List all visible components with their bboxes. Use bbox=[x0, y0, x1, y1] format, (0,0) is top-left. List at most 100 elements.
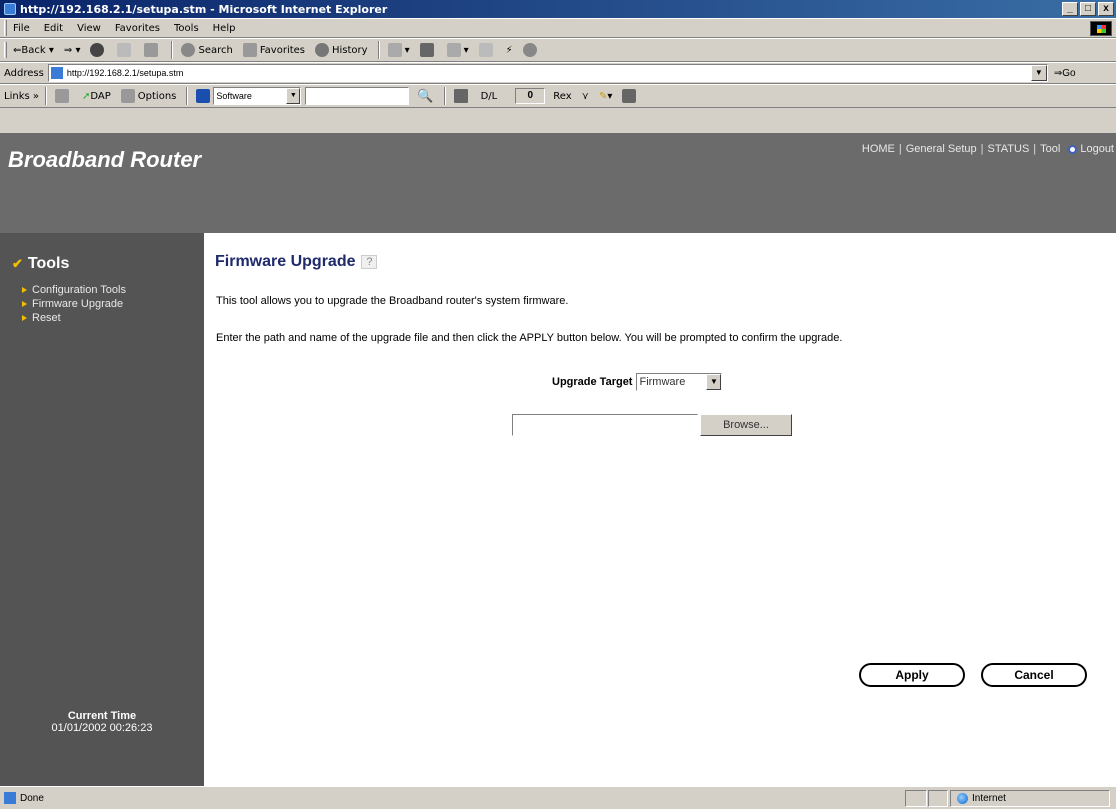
upgrade-target-row: Upgrade Target Firmware ▼ bbox=[552, 373, 723, 391]
sidebar-item-firmware-upgrade[interactable]: Firmware Upgrade bbox=[22, 297, 126, 311]
links-search-input[interactable] bbox=[305, 87, 410, 105]
nav-divider: | bbox=[980, 143, 984, 155]
sidebar-item-label: Firmware Upgrade bbox=[32, 298, 124, 310]
highlight-button[interactable]: ✎ ▾ bbox=[599, 91, 612, 102]
toolbar-divider bbox=[377, 41, 380, 59]
current-time-value: 01/01/2002 00:26:23 bbox=[51, 722, 153, 734]
sidebar-item-label: Reset bbox=[32, 312, 61, 324]
zone-label: Internet bbox=[972, 793, 1006, 804]
address-dropdown-button[interactable]: ▼ bbox=[1030, 65, 1047, 81]
edit-icon bbox=[446, 43, 461, 57]
toolbar-grip[interactable] bbox=[4, 42, 7, 58]
upgrade-target-select[interactable]: Firmware ▼ bbox=[636, 373, 723, 391]
software-icon bbox=[196, 89, 211, 103]
chevron-down-icon: ▾ bbox=[463, 44, 469, 56]
favorites-label: Favorites bbox=[259, 44, 305, 56]
sidebar-item-configuration-tools[interactable]: Configuration Tools bbox=[22, 283, 126, 297]
grid-button[interactable] bbox=[453, 89, 471, 103]
help-icon[interactable]: ? bbox=[361, 255, 378, 269]
sidebar-item-reset[interactable]: Reset bbox=[22, 311, 126, 325]
favorites-button[interactable]: Favorites bbox=[242, 43, 305, 57]
history-button[interactable]: History bbox=[315, 43, 368, 57]
cancel-button[interactable]: Cancel bbox=[981, 663, 1087, 687]
messenger-button[interactable] bbox=[522, 43, 540, 57]
menu-favorites[interactable]: Favorites bbox=[115, 23, 160, 34]
apply-button[interactable]: Apply bbox=[859, 663, 965, 687]
home-button[interactable] bbox=[144, 43, 161, 57]
dl-label: D/L bbox=[480, 90, 498, 102]
bullet-icon bbox=[22, 301, 27, 307]
menu-edit[interactable]: Edit bbox=[44, 23, 63, 34]
discuss-button[interactable] bbox=[478, 43, 496, 57]
web-page: Broadband Router HOME | General Setup | … bbox=[0, 133, 1116, 786]
forward-arrow-icon: ⇒ bbox=[63, 44, 73, 56]
back-button[interactable]: ⇐ Back ▾ bbox=[13, 45, 54, 56]
favorites-icon bbox=[242, 43, 257, 57]
maximize-button[interactable]: □ bbox=[1080, 2, 1096, 16]
nav-logout[interactable]: Logout bbox=[1080, 143, 1114, 155]
file-row: Browse... bbox=[512, 414, 792, 436]
refresh-button[interactable] bbox=[117, 43, 134, 57]
toolbar-grip[interactable] bbox=[4, 20, 7, 36]
rex-label[interactable]: Rex bbox=[553, 91, 571, 102]
chevron-down-icon: ▾ bbox=[45, 44, 54, 56]
sidebar-links: Configuration Tools Firmware Upgrade Res… bbox=[22, 283, 126, 325]
nav-general-setup[interactable]: General Setup bbox=[906, 143, 977, 155]
home-icon bbox=[55, 89, 69, 103]
address-input[interactable]: http://192.168.2.1/setupa.stm ▼ bbox=[47, 64, 1048, 82]
mail-button[interactable]: ▾ bbox=[387, 43, 410, 57]
logout-icon[interactable] bbox=[1068, 144, 1078, 154]
chevron-down-icon: ▾ bbox=[72, 44, 81, 56]
edit-button[interactable]: ▾ bbox=[446, 43, 469, 57]
software-select[interactable]: Software ▼ bbox=[213, 87, 302, 105]
minimize-button[interactable]: _ bbox=[1062, 2, 1078, 16]
browse-button[interactable]: Browse... bbox=[700, 414, 792, 436]
nav-home[interactable]: HOME bbox=[862, 143, 895, 155]
print-icon bbox=[622, 89, 637, 103]
options-icon bbox=[120, 89, 135, 103]
lightning-button[interactable]: ⚡ bbox=[506, 45, 513, 56]
discuss-icon bbox=[478, 43, 493, 57]
menu-help[interactable]: Help bbox=[213, 23, 236, 34]
options-button[interactable]: Options bbox=[120, 89, 177, 103]
dap-button[interactable]: ➚ DAP bbox=[82, 91, 111, 102]
dap-label: DAP bbox=[90, 90, 111, 102]
address-label: Address bbox=[4, 67, 44, 79]
print-button[interactable] bbox=[419, 43, 437, 57]
windows-logo-icon bbox=[1090, 21, 1112, 36]
funnel-icon: ⋎ bbox=[581, 90, 589, 102]
links-label[interactable]: Links » bbox=[4, 91, 39, 102]
history-label: History bbox=[332, 44, 368, 56]
address-bar: Address http://192.168.2.1/setupa.stm ▼ … bbox=[0, 62, 1116, 84]
window-titlebar: http://192.168.2.1/setupa.stm - Microsof… bbox=[0, 0, 1116, 18]
filter-button[interactable]: ⋎ bbox=[582, 91, 589, 102]
links-home-button[interactable] bbox=[55, 89, 72, 103]
find-button[interactable]: 🔍 bbox=[417, 89, 433, 104]
search-label: Search bbox=[198, 44, 233, 56]
file-path-input[interactable] bbox=[512, 414, 698, 436]
menu-tools[interactable]: Tools bbox=[174, 23, 199, 34]
refresh-icon bbox=[117, 43, 132, 57]
nav-tool[interactable]: Tool bbox=[1040, 143, 1060, 155]
toolbar-divider bbox=[443, 87, 446, 105]
bullet-icon bbox=[22, 287, 27, 293]
stop-button[interactable] bbox=[90, 43, 107, 57]
menu-bar: File Edit View Favorites Tools Help bbox=[0, 18, 1116, 38]
nav-status[interactable]: STATUS bbox=[988, 143, 1030, 155]
close-button[interactable]: x bbox=[1098, 2, 1114, 16]
links-print-button[interactable] bbox=[622, 89, 639, 103]
brand-title: Broadband Router bbox=[8, 147, 202, 172]
chevron-down-icon: ▼ bbox=[706, 374, 722, 390]
nav-divider: | bbox=[1033, 143, 1037, 155]
lightning-icon: ⚡ bbox=[505, 44, 513, 56]
print-icon bbox=[419, 43, 434, 57]
search-button[interactable]: Search bbox=[181, 43, 233, 57]
checkmark-icon: ✔ bbox=[12, 256, 23, 271]
address-url: http://192.168.2.1/setupa.stm bbox=[66, 68, 184, 78]
home-icon bbox=[144, 43, 159, 57]
go-button[interactable]: ⇒ Go bbox=[1054, 68, 1076, 79]
options-label: Options bbox=[137, 90, 177, 102]
menu-file[interactable]: File bbox=[13, 23, 30, 34]
forward-button[interactable]: ⇒ ▾ bbox=[64, 45, 81, 56]
menu-view[interactable]: View bbox=[77, 23, 101, 34]
